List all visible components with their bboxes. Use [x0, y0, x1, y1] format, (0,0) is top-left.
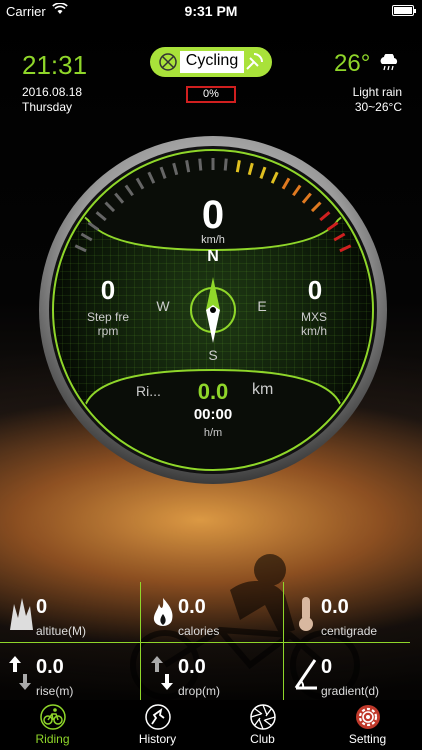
- speedometer-gauge: 0 km/h N W E S 0 Step fre rpm 0 MXS km/h…: [38, 135, 388, 485]
- stat-label: calories: [178, 624, 220, 638]
- stat-label: centigrade: [321, 624, 378, 638]
- tab-label: Setting: [348, 732, 387, 746]
- clock: 21:31: [22, 50, 88, 80]
- stat-value: 0.0: [321, 596, 349, 618]
- duration-unit: h/m: [203, 427, 223, 439]
- stat-value: 0.0: [178, 656, 206, 678]
- stat-value: 0.0: [36, 656, 64, 678]
- weather-block: Light rain 30~26°C: [353, 85, 402, 115]
- tab-riding[interactable]: Riding: [0, 700, 105, 750]
- rain-cloud-icon: [380, 54, 398, 71]
- status-bar: Carrier 9:31 PM: [0, 0, 422, 22]
- thermometer-icon: [299, 597, 313, 631]
- distance-unit: km: [252, 381, 274, 398]
- stat-value: 0: [321, 656, 333, 678]
- distance-label: Ri...: [136, 383, 161, 399]
- speed-tick: [185, 160, 191, 173]
- speed-unit: km/h: [201, 234, 225, 246]
- tab-label: Club: [250, 732, 275, 746]
- compass-west: W: [156, 298, 170, 314]
- compass-south: S: [208, 347, 218, 363]
- date: 2016.08.18: [22, 85, 83, 99]
- altitude-icon: [10, 598, 33, 630]
- temp-range: 30~26°C: [354, 100, 402, 114]
- speed-tick: [223, 158, 228, 171]
- cadence-unit: rpm: [97, 324, 119, 338]
- stat-rise: 0.0 rise(m): [0, 642, 140, 700]
- compass-east: E: [257, 298, 267, 314]
- stat-value: 0.0: [178, 596, 206, 618]
- max-speed-label: MXS km/h: [274, 310, 354, 338]
- stat-value: 0: [36, 596, 48, 618]
- battery-icon: [392, 5, 416, 16]
- gear-icon: [356, 705, 380, 729]
- gps-signal-percent: 0%: [186, 86, 236, 103]
- cadence-label: Step fre rpm: [68, 310, 148, 338]
- gps-off-icon: [159, 53, 177, 71]
- tab-club[interactable]: Club: [210, 700, 315, 750]
- stat-gradient: 0 gradient(d): [285, 642, 422, 700]
- speed-tick: [198, 158, 203, 171]
- max-speed-label-text: MXS: [300, 310, 327, 324]
- cadence-value: 0: [100, 275, 116, 305]
- route-icon: [145, 704, 171, 730]
- stat-drop: 0.0 drop(m): [142, 642, 282, 700]
- tab-bar: Riding History Club Setting: [0, 700, 422, 750]
- stat-label: altitue(M): [36, 624, 87, 638]
- satellite-icon: [246, 53, 263, 70]
- status-time: 9:31 PM: [184, 3, 238, 19]
- bike-icon: [40, 704, 66, 730]
- max-speed-unit: km/h: [300, 324, 327, 338]
- compass-north: N: [207, 248, 219, 265]
- weekday: Thursday: [22, 100, 73, 114]
- duration-value: 00:00: [193, 406, 233, 423]
- speed-value: 0: [201, 193, 225, 237]
- stat-label: drop(m): [178, 684, 221, 698]
- tab-history[interactable]: History: [105, 700, 210, 750]
- speed-tick: [235, 160, 241, 173]
- aperture-icon: [250, 704, 276, 730]
- rise-arrows-icon: [9, 656, 31, 690]
- gradient-icon: [294, 659, 317, 690]
- drop-arrows-icon: [151, 656, 173, 690]
- stat-calories: 0.0 calories: [142, 582, 282, 640]
- cadence-label-text: Step fre: [86, 310, 130, 324]
- tab-label: History: [138, 732, 177, 746]
- temperature: 26°: [334, 50, 371, 77]
- stat-temperature: 0.0 centigrade: [285, 582, 422, 640]
- stat-altitude: 0 altitue(M): [0, 582, 140, 640]
- weather-desc: Light rain: [352, 85, 402, 99]
- tab-label: Riding: [35, 732, 70, 746]
- distance-value: 0.0: [197, 379, 229, 404]
- flame-icon: [153, 598, 173, 626]
- stat-label: rise(m): [36, 684, 74, 698]
- date-block: 2016.08.18 Thursday: [22, 85, 82, 115]
- mode-selector[interactable]: Cycling: [150, 47, 272, 77]
- tab-setting[interactable]: Setting: [315, 700, 420, 750]
- max-speed-value: 0: [307, 275, 323, 305]
- mode-label: Cycling: [185, 52, 239, 69]
- stats-grid: 0 altitue(M) 0.0 calories 0.0 centigrade…: [0, 582, 422, 700]
- stat-label: gradient(d): [321, 684, 380, 698]
